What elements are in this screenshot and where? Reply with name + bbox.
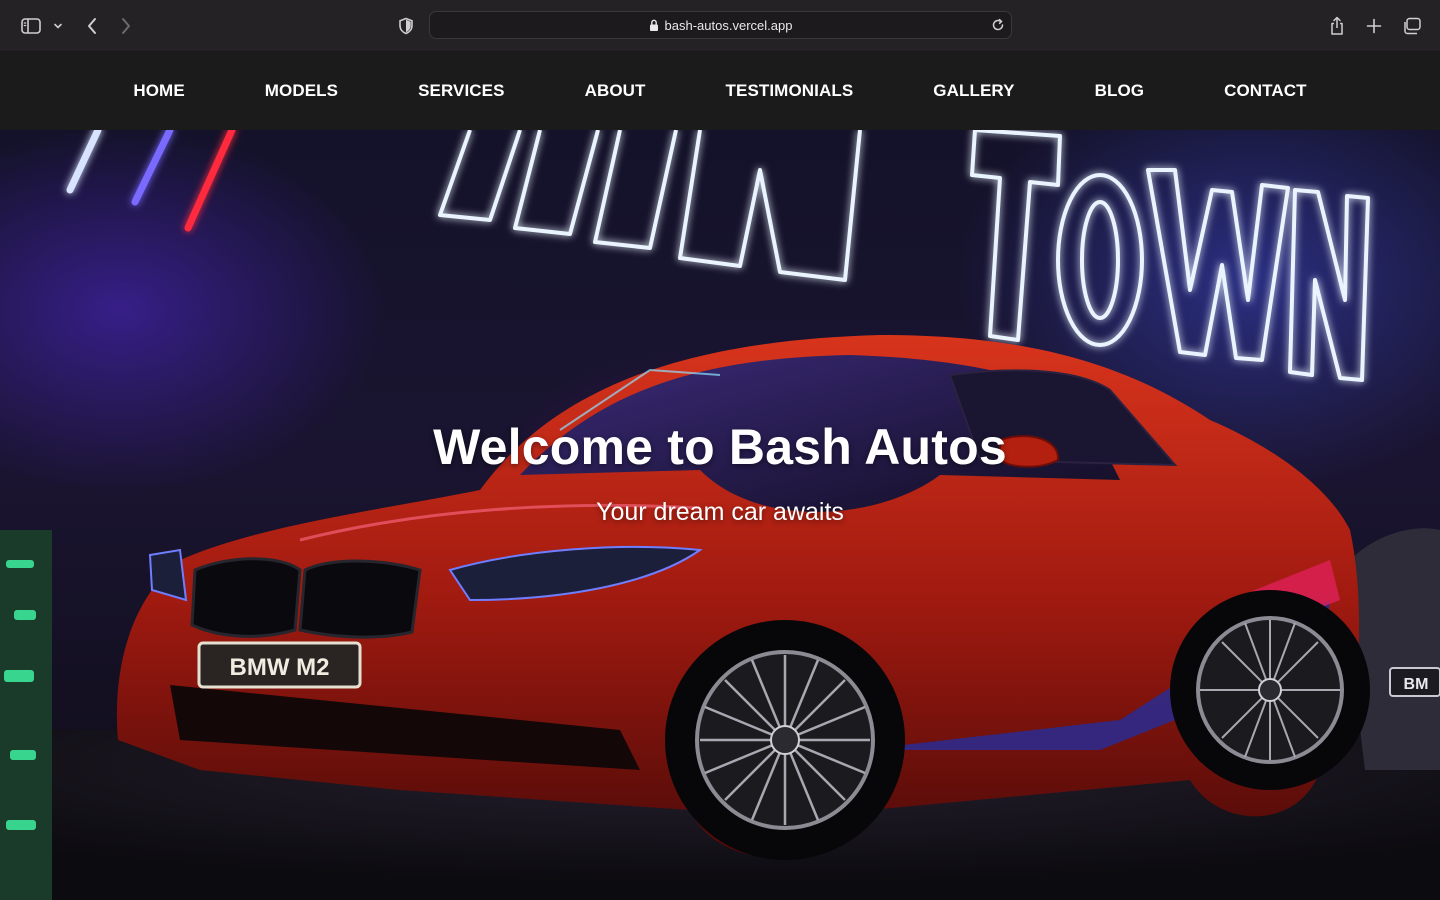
hero-subtitle: Your dream car awaits <box>596 498 844 526</box>
sidebar-icon[interactable] <box>18 13 44 39</box>
nav-gallery[interactable]: GALLERY <box>893 81 1054 101</box>
nav-models[interactable]: MODELS <box>225 81 378 101</box>
nav-testimonials[interactable]: TESTIMONIALS <box>686 81 894 101</box>
address-bar[interactable]: bash-autos.vercel.app <box>429 11 1012 39</box>
nav-services[interactable]: SERVICES <box>378 81 544 101</box>
license-plate-text: BMW M2 <box>230 654 330 681</box>
tabs-icon[interactable] <box>1399 13 1425 39</box>
nav-home[interactable]: HOME <box>93 81 224 101</box>
url-text: bash-autos.vercel.app <box>664 17 793 33</box>
lock-icon <box>649 19 659 32</box>
forward-icon[interactable] <box>114 13 138 39</box>
nav-menu: HOME MODELS SERVICES ABOUT TESTIMONIALS … <box>93 81 1346 101</box>
hero-section: BM BMW M2 Welcome to Bash Autos Your dre… <box>0 130 1440 900</box>
reload-icon[interactable] <box>991 18 1005 32</box>
site-navigation: HOME MODELS SERVICES ABOUT TESTIMONIALS … <box>0 52 1440 130</box>
nav-contact[interactable]: CONTACT <box>1184 81 1347 101</box>
back-icon[interactable] <box>80 13 104 39</box>
browser-toolbar: bash-autos.vercel.app <box>0 0 1440 52</box>
plus-icon[interactable] <box>1362 13 1386 39</box>
hero-title: Welcome to Bash Autos <box>433 419 1007 475</box>
right-plate-text: BM <box>1404 676 1429 693</box>
rear-wheel <box>1170 590 1370 790</box>
front-wheel <box>665 620 905 860</box>
chevron-down-icon[interactable] <box>50 13 66 39</box>
nav-blog[interactable]: BLOG <box>1055 81 1185 101</box>
nav-about[interactable]: ABOUT <box>545 81 686 101</box>
shield-icon[interactable] <box>394 13 418 39</box>
share-icon[interactable] <box>1325 13 1349 39</box>
